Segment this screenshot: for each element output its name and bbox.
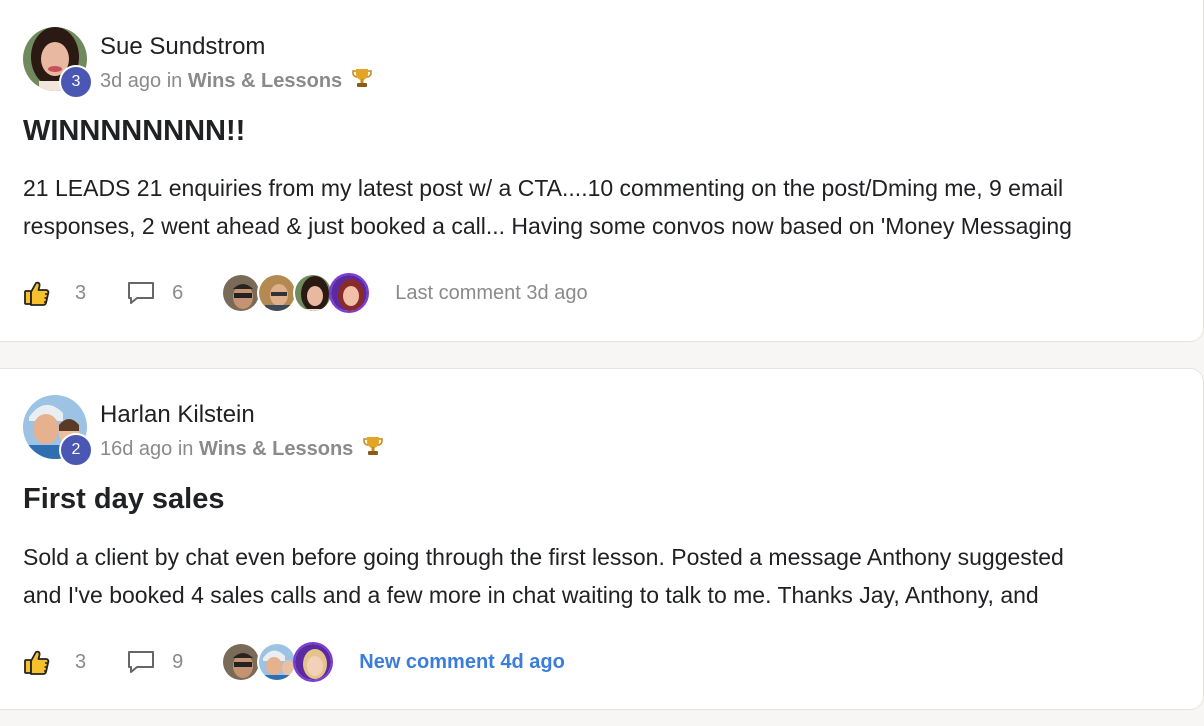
post-meta: 3d ago in Wins & Lessons	[100, 67, 372, 95]
category-link[interactable]: Wins & Lessons	[188, 70, 342, 92]
commenter-avatar[interactable]	[257, 642, 298, 682]
post-card[interactable]: 3 Sue Sundstrom 3d ago in Wins & Lessons…	[0, 0, 1204, 342]
post-body[interactable]: 21 LEADS 21 enquiries from my latest pos…	[23, 169, 1188, 245]
comment-bubble-icon[interactable]	[126, 279, 156, 307]
like-count: 3	[75, 281, 87, 304]
post-time[interactable]: 16d ago	[100, 438, 172, 460]
post-body-line: responses, 2 went ahead & just booked a …	[23, 213, 1072, 239]
trophy-icon	[351, 67, 372, 95]
level-badge: 3	[59, 65, 93, 99]
commenter-avatar[interactable]	[329, 273, 370, 313]
commenter-avatar[interactable]	[293, 273, 334, 313]
post-time[interactable]: 3d ago	[100, 70, 161, 92]
like-count: 3	[75, 650, 87, 673]
post-body-line: 21 LEADS 21 enquiries from my latest pos…	[23, 175, 1064, 201]
comment-count: 9	[172, 650, 184, 673]
commenter-avatar[interactable]	[221, 273, 262, 313]
commenter-avatar[interactable]	[293, 642, 334, 682]
post-body-line: and I've booked 4 sales calls and a few …	[23, 582, 1039, 608]
post-actions: 3 9 New comment 4d ago	[23, 642, 565, 682]
post-title[interactable]: WINNNNNNNN!!	[23, 115, 245, 148]
commenter-avatar[interactable]	[257, 273, 298, 313]
thumbs-up-icon[interactable]	[23, 279, 51, 307]
post-body-line: Sold a client by chat even before going …	[23, 544, 1064, 570]
post-actions: 3 6 Last comment 3d ago	[23, 273, 588, 313]
category-link[interactable]: Wins & Lessons	[199, 438, 353, 460]
in-label: in	[177, 438, 194, 460]
comment-bubble-icon[interactable]	[126, 648, 156, 676]
comment-count: 6	[172, 281, 184, 304]
level-badge: 2	[59, 433, 93, 467]
post-body[interactable]: Sold a client by chat even before going …	[23, 538, 1188, 614]
post-meta: 16d ago in Wins & Lessons	[100, 435, 383, 463]
author-avatar[interactable]: 2	[23, 395, 93, 467]
commenter-avatars[interactable]	[221, 273, 370, 313]
comment-status[interactable]: Last comment 3d ago	[395, 282, 587, 305]
post-card[interactable]: 2 Harlan Kilstein 16d ago in Wins & Less…	[0, 368, 1204, 710]
in-label: in	[166, 70, 183, 92]
commenter-avatars[interactable]	[221, 642, 334, 682]
author-avatar[interactable]: 3	[23, 27, 93, 99]
trophy-icon	[363, 435, 383, 463]
author-name[interactable]: Harlan Kilstein	[100, 401, 255, 429]
author-name[interactable]: Sue Sundstrom	[100, 33, 265, 61]
post-title[interactable]: First day sales	[23, 483, 225, 516]
comment-status[interactable]: New comment 4d ago	[359, 651, 565, 674]
thumbs-up-icon[interactable]	[23, 648, 51, 676]
commenter-avatar[interactable]	[221, 642, 262, 682]
